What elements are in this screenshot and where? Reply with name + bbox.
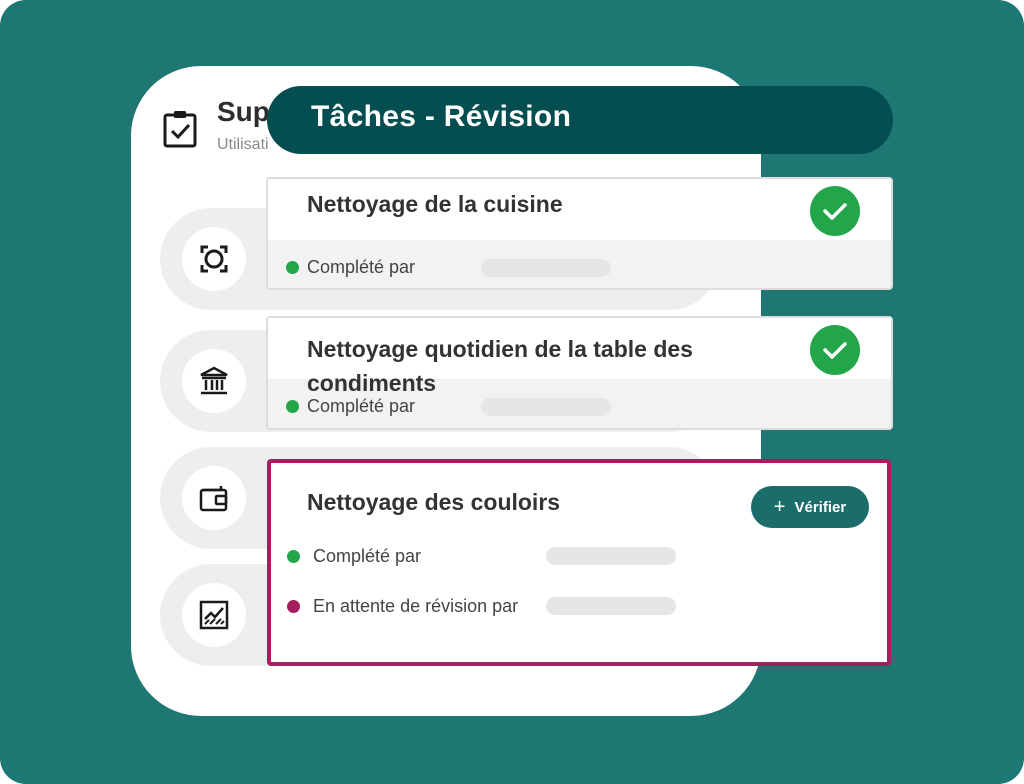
- nav-icon-holder: [182, 583, 246, 647]
- back-panel-title: Sup: [217, 96, 270, 127]
- verify-button-label: Vérifier: [794, 498, 847, 516]
- page-title: Tâches - Révision: [311, 100, 572, 133]
- completed-row: Complété par: [286, 254, 415, 280]
- nav-icon-holder: [182, 349, 246, 413]
- completed-dot-icon: [286, 399, 299, 413]
- name-placeholder: [546, 547, 676, 565]
- completed-label: Complété par: [313, 545, 422, 566]
- name-placeholder: [546, 597, 676, 615]
- task-title: Nettoyage de la cuisine: [307, 191, 563, 217]
- check-icon: [823, 203, 847, 220]
- name-placeholder: [481, 398, 611, 416]
- task-title: Nettoyage quotidien de la table des cond…: [307, 336, 693, 396]
- clipboard-check-icon: [163, 111, 197, 148]
- task-title: Nettoyage des couloirs: [307, 489, 561, 515]
- task-card-footer: Complété par: [268, 240, 891, 288]
- plus-icon: +: [773, 496, 786, 518]
- wallet-icon: [199, 486, 228, 512]
- active-task-card[interactable]: Nettoyage des couloirs + Vérifier Complé…: [267, 459, 891, 666]
- completed-label: Complété par: [307, 256, 416, 277]
- completed-row: Complété par: [287, 543, 421, 569]
- verify-button[interactable]: + Vérifier: [751, 486, 869, 528]
- task-card-header: Nettoyage de la cuisine: [268, 179, 891, 242]
- pending-dot-icon: [287, 599, 300, 613]
- back-panel-subtitle: Utilisati: [217, 136, 269, 153]
- bank-icon: [200, 366, 228, 395]
- completed-badge: [810, 325, 860, 375]
- app-canvas: Sup Utilisati Tâches - Révision Nettoyag…: [0, 0, 1024, 784]
- task-card[interactable]: Nettoyage de la cuisine Complété par: [266, 177, 893, 290]
- pending-row: En attente de révision par: [287, 593, 518, 619]
- task-card[interactable]: Complété par Nettoyage quotidien de la t…: [266, 316, 893, 430]
- completed-dot-icon: [286, 260, 299, 274]
- nav-icon-holder: [182, 466, 246, 530]
- section-header: Tâches - Révision: [267, 86, 893, 154]
- completed-badge: [810, 186, 860, 236]
- chart-icon: [199, 600, 229, 630]
- completed-dot-icon: [287, 549, 300, 563]
- nav-icon-holder: [182, 227, 246, 291]
- pending-label: En attente de révision par: [313, 595, 519, 616]
- check-icon: [823, 342, 847, 359]
- name-placeholder: [481, 259, 611, 277]
- scan-frame-icon: [200, 245, 228, 273]
